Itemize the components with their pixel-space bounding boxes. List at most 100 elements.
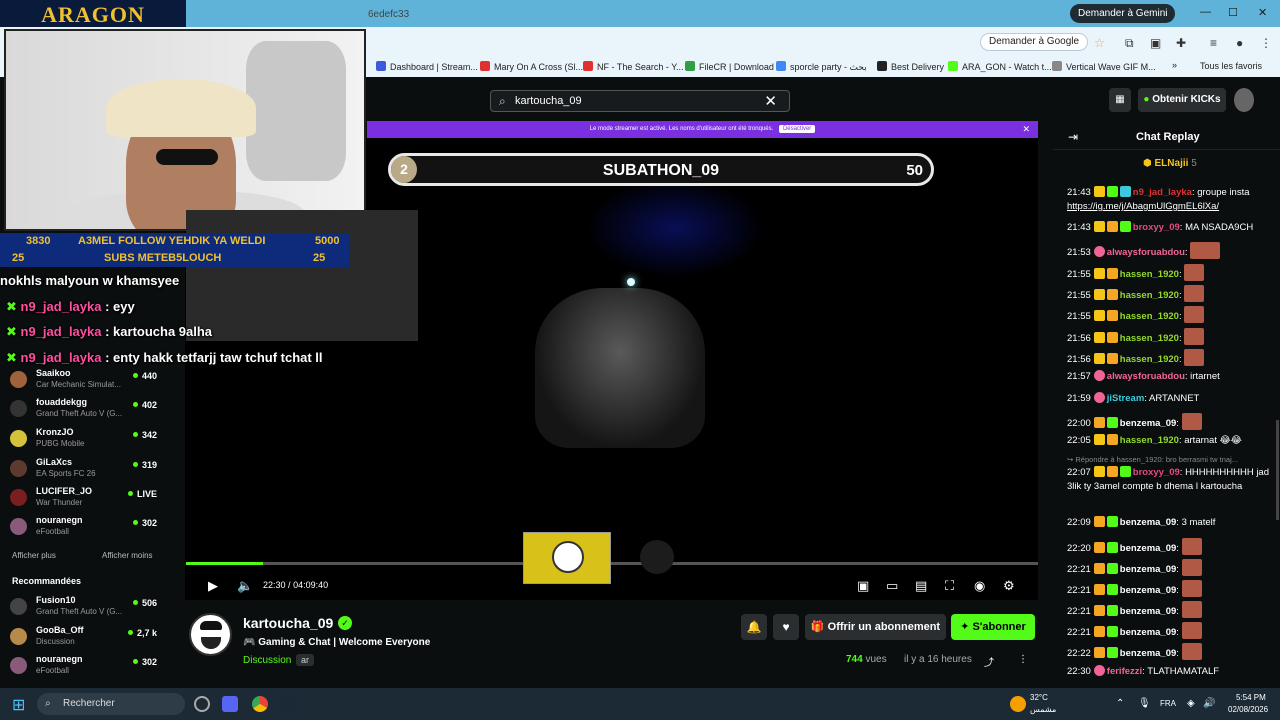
extension-icon[interactable]: ⧉: [1125, 36, 1134, 51]
chat-username[interactable]: benzema_09: [1120, 418, 1177, 429]
search-input[interactable]: ⌕ kartoucha_09 ✕: [490, 90, 790, 112]
bookmark-5[interactable]: Best Delivery: [877, 61, 944, 72]
clock-time[interactable]: 5:54 PM: [1236, 693, 1266, 702]
language-indicator[interactable]: FRA: [1160, 699, 1176, 708]
address-text[interactable]: 6edefc33: [368, 9, 409, 20]
settings-icon[interactable]: ⚙: [1003, 578, 1015, 594]
reply-reference[interactable]: ↪ Répondre à hassen_1920: bro berrasmi t…: [1067, 455, 1238, 464]
star-icon[interactable]: ☆: [1094, 36, 1105, 50]
chat-username[interactable]: benzema_09: [1120, 627, 1177, 638]
follow-heart-icon[interactable]: ♥: [773, 614, 799, 640]
minimize-icon[interactable]: —: [1200, 6, 1211, 18]
collapse-chat-icon[interactable]: ⇥: [1068, 130, 1078, 144]
chat-username[interactable]: alwaysforuabdou: [1107, 371, 1185, 382]
bookmark-2[interactable]: NF - The Search - Y...: [583, 61, 684, 72]
chat-username[interactable]: alwaysforuabdou: [1107, 247, 1185, 258]
user-avatar[interactable]: [1234, 88, 1254, 112]
chat-username[interactable]: broxyy_09: [1133, 222, 1180, 233]
bookmark-6[interactable]: ARA_GON - Watch t...: [948, 61, 1052, 72]
gemini-button[interactable]: Demander à Gemini: [1070, 4, 1176, 23]
close-icon[interactable]: ✕: [1258, 6, 1267, 19]
bookmark-0[interactable]: Dashboard | Stream...: [376, 61, 478, 72]
chat-username[interactable]: jiStream: [1107, 393, 1145, 404]
pip-icon[interactable]: ▣: [857, 578, 869, 594]
chat-username[interactable]: benzema_09: [1120, 648, 1177, 659]
bookmarks-overflow-icon[interactable]: »: [1172, 60, 1177, 70]
chat-username[interactable]: hassen_1920: [1120, 333, 1179, 344]
clip-icon[interactable]: ◉: [974, 578, 985, 594]
theater-icon[interactable]: ▭: [886, 578, 898, 594]
sidebar-item[interactable]: KronzJO PUBG Mobile 342: [10, 427, 165, 457]
recommended-item[interactable]: nouranegn eFootball 302: [10, 654, 165, 684]
gift-subscription-button[interactable]: 🎁 Offrir un abonnement: [805, 614, 946, 640]
fullscreen-icon[interactable]: ⛶: [945, 578, 954, 594]
bookmark-7[interactable]: Vertical Wave GIF M...: [1052, 61, 1156, 72]
more-options-icon[interactable]: ⋮: [1018, 654, 1028, 665]
all-bookmarks[interactable]: Tous les favoris: [1200, 61, 1262, 71]
channel-avatar[interactable]: [189, 613, 232, 656]
show-more-link[interactable]: Afficher plus: [12, 551, 56, 560]
sidebar-item-category: Grand Theft Auto V (G...: [36, 409, 123, 418]
bookmark-3[interactable]: FileCR | Download: [685, 61, 774, 72]
list-icon[interactable]: ≡: [1210, 36, 1217, 50]
notification-bell-icon[interactable]: 🔔: [741, 614, 767, 640]
sidebar-item[interactable]: fouaddekgg Grand Theft Auto V (G... 402: [10, 397, 165, 427]
get-kicks-button[interactable]: ● Obtenir KICKs: [1138, 88, 1226, 112]
play-icon[interactable]: ▶: [208, 578, 218, 594]
chat-username[interactable]: hassen_1920: [1120, 311, 1179, 322]
chat-username[interactable]: benzema_09: [1120, 564, 1177, 575]
network-icon[interactable]: ◈: [1187, 698, 1195, 709]
chat-link[interactable]: https://ig.me/j/AbagmUlGgmEL6lXa/: [1067, 201, 1219, 212]
menu-dots-icon[interactable]: ⋮: [1260, 36, 1272, 50]
bookmark-1[interactable]: Mary On A Cross (Sl...: [480, 61, 583, 72]
recommended-item[interactable]: Fusion10 Grand Theft Auto V (G... 506: [10, 595, 165, 625]
steam-icon[interactable]: [280, 696, 296, 712]
microphone-icon[interactable]: 🎙: [1138, 698, 1151, 709]
chat-username[interactable]: hassen_1920: [1120, 354, 1179, 365]
chat-username[interactable]: hassen_1920: [1120, 290, 1179, 301]
sidebar-item[interactable]: nouranegn eFootball 302: [10, 515, 165, 545]
close-banner-icon[interactable]: ✕: [1022, 121, 1030, 138]
tray-expand-icon[interactable]: ⌃: [1116, 698, 1124, 709]
chat-username[interactable]: broxyy_09: [1133, 467, 1180, 478]
chat-username[interactable]: benzema_09: [1120, 606, 1177, 617]
discord-icon[interactable]: [222, 696, 238, 712]
profile-icon[interactable]: ●: [1236, 36, 1243, 50]
chat-username[interactable]: benzema_09: [1120, 585, 1177, 596]
chat-username[interactable]: benzema_09: [1120, 517, 1177, 528]
ask-google-button[interactable]: Demander à Google: [980, 33, 1089, 51]
task-view-icon[interactable]: [194, 696, 210, 712]
show-less-link[interactable]: Afficher moins: [102, 551, 153, 560]
chat-username[interactable]: hassen_1920: [1120, 269, 1179, 280]
volume-icon[interactable]: 🔈: [237, 578, 253, 594]
chat-username[interactable]: hassen_1920: [1120, 435, 1179, 446]
subscribe-button[interactable]: ✦ S'abonner: [951, 614, 1035, 640]
speaker-icon[interactable]: 🔊: [1203, 698, 1215, 709]
sidebar-item[interactable]: LUCIFER_JO War Thunder LIVE: [10, 486, 165, 516]
windows-start-icon[interactable]: ⊞: [12, 695, 25, 715]
clock-date[interactable]: 02/08/2026: [1228, 705, 1268, 714]
chat-username[interactable]: benzema_09: [1120, 543, 1177, 554]
taskbar-search[interactable]: ⌕ Rechercher: [37, 693, 185, 715]
chat-scrollbar[interactable]: [1276, 420, 1279, 520]
sidebar-item[interactable]: GiLaXcs EA Sports FC 26 319: [10, 457, 165, 487]
puzzle-icon[interactable]: ✚: [1176, 36, 1186, 50]
language-tag[interactable]: ar: [296, 654, 315, 666]
stream-category[interactable]: Discussion: [243, 655, 291, 666]
mini-player-icon[interactable]: ▤: [915, 578, 927, 594]
maximize-icon[interactable]: ☐: [1228, 6, 1238, 19]
channel-name[interactable]: kartoucha_09: [243, 615, 333, 631]
share-icon[interactable]: ⤴: [984, 654, 994, 669]
bookmark-4[interactable]: sporcle party - بحث: [776, 61, 867, 73]
seek-bar[interactable]: [186, 562, 1038, 565]
clear-search-icon[interactable]: ✕: [764, 92, 777, 110]
extension-icon-2[interactable]: ▣: [1150, 36, 1161, 50]
recommended-item[interactable]: GooBa_Off Discussion 2,7 k: [10, 625, 165, 655]
chat-username[interactable]: n9_jad_layka: [1133, 187, 1192, 198]
chrome-icon[interactable]: [252, 696, 268, 712]
disable-streamer-mode-button[interactable]: Désactiver: [778, 125, 816, 133]
chat-username[interactable]: ferifezzi: [1107, 666, 1142, 677]
sidebar-item[interactable]: Saaikoo Car Mechanic Simulat... 440: [10, 368, 165, 398]
search-value[interactable]: kartoucha_09: [515, 95, 582, 107]
multiview-icon[interactable]: ▦: [1109, 88, 1131, 112]
